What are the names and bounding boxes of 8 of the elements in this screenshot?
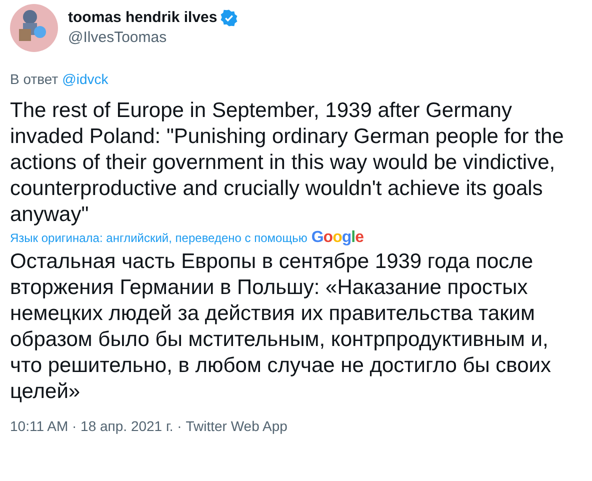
author-name[interactable]: toomas hendrik ilves — [68, 8, 218, 28]
translated-text: Остальная часть Европы в сентябре 1939 года после вторжения Германии в Польшу: «Наказание простых немецких людей за действия их правительства таким образом было бы мстительным, контрпродуктивным и, что решительно, в любом случае не достигло бы своих целей» — [10, 249, 552, 405]
tweet-timestamp[interactable]: 10:11 AM · 18 апр. 2021 г. · Twitter Web App — [10, 417, 582, 435]
avatar[interactable] — [10, 4, 58, 52]
google-logo: Google — [311, 229, 364, 247]
tweet-text: The rest of Europe in September, 1939 after Germany invaded Poland: "Punishing ordinary German people for the actions of their government in this way would be vindictive, counterproductive and crucially wouldn't achieve its goals anyway" — [10, 98, 565, 228]
reply-label: В ответ — [10, 70, 58, 88]
author-handle[interactable]: @IlvesToomas — [68, 28, 238, 48]
